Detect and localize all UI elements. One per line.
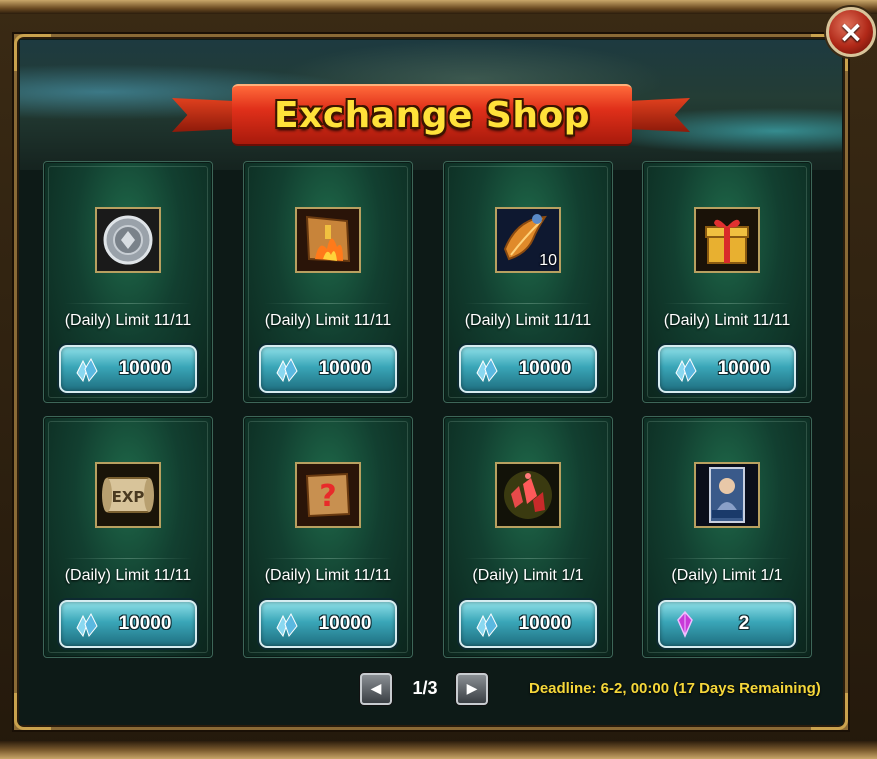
purchase-limit-text: (Daily) Limit 11/11 bbox=[264, 567, 392, 584]
buy-button[interactable]: 10000 bbox=[459, 600, 597, 648]
buy-button[interactable]: 10000 bbox=[459, 345, 597, 393]
shop-item-card: EXP (Daily) Limit 11/11 10000 bbox=[43, 416, 213, 658]
purchase-limit-text: (Daily) Limit 11/11 bbox=[464, 312, 592, 329]
corner-ornament bbox=[14, 34, 51, 71]
purchase-limit-text: (Daily) Limit 11/11 bbox=[64, 312, 192, 329]
card-divider bbox=[64, 558, 192, 559]
buy-button[interactable]: 10000 bbox=[259, 600, 397, 648]
page-title: Exchange Shop bbox=[274, 94, 590, 136]
shop-item-card: (Daily) Limit 1/1 2 bbox=[642, 416, 812, 658]
title-ribbon: Exchange Shop bbox=[232, 84, 632, 146]
purchase-limit-text: (Daily) Limit 1/1 bbox=[671, 567, 783, 584]
purchase-limit-text: (Daily) Limit 11/11 bbox=[264, 312, 392, 329]
red-crystal-shards-icon[interactable] bbox=[495, 462, 561, 528]
mystery-scroll-icon[interactable]: ? bbox=[295, 462, 361, 528]
shop-item-card: (Daily) Limit 11/11 10000 bbox=[43, 161, 213, 403]
price-value: 10000 bbox=[717, 358, 771, 379]
purchase-limit-text: (Daily) Limit 11/11 bbox=[64, 567, 192, 584]
card-divider bbox=[264, 303, 392, 304]
deadline-text: Deadline: 6-2, 00:00 (17 Days Remaining) bbox=[529, 680, 821, 697]
arrow-right-icon: ▶ bbox=[466, 681, 478, 697]
hero-card-icon[interactable] bbox=[694, 462, 760, 528]
price-value: 10000 bbox=[518, 613, 572, 634]
item-grid: (Daily) Limit 11/11 10000 (Daily) Limit 11… bbox=[43, 161, 812, 658]
card-divider bbox=[663, 303, 791, 304]
buy-button[interactable]: 10000 bbox=[59, 345, 197, 393]
prev-page-button[interactable]: ◀ bbox=[360, 673, 392, 705]
svg-text:EXP: EXP bbox=[112, 488, 145, 506]
fire-scroll-icon[interactable] bbox=[295, 207, 361, 273]
arrow-left-icon: ◀ bbox=[370, 681, 382, 697]
purchase-limit-text: (Daily) Limit 11/11 bbox=[663, 312, 791, 329]
silver-medal-icon[interactable] bbox=[95, 207, 161, 273]
shop-item-card: (Daily) Limit 11/11 10000 bbox=[243, 161, 413, 403]
price-value: 10000 bbox=[118, 358, 172, 379]
price-value: 10000 bbox=[318, 613, 372, 634]
shop-item-card: ? (Daily) Limit 11/11 10000 bbox=[243, 416, 413, 658]
exp-scroll-icon[interactable]: EXP bbox=[95, 462, 161, 528]
corner-ornament bbox=[811, 693, 848, 730]
card-divider bbox=[64, 303, 192, 304]
gift-box-icon[interactable] bbox=[694, 207, 760, 273]
page-indicator: 1/3 bbox=[412, 678, 438, 698]
shop-item-card: (Daily) Limit 11/11 10000 bbox=[642, 161, 812, 403]
price-value: 2 bbox=[738, 613, 750, 634]
item-quantity: 10 bbox=[539, 252, 557, 269]
close-icon: × bbox=[838, 14, 864, 50]
next-page-button[interactable]: ▶ bbox=[456, 673, 488, 705]
price-value: 10000 bbox=[118, 613, 172, 634]
price-value: 10000 bbox=[318, 358, 372, 379]
buy-button[interactable]: 10000 bbox=[259, 345, 397, 393]
card-divider bbox=[464, 303, 592, 304]
buy-button[interactable]: 10000 bbox=[59, 600, 197, 648]
buy-button[interactable]: 2 bbox=[658, 600, 796, 648]
feather-quill-icon[interactable]: 10 bbox=[495, 207, 561, 273]
buy-button[interactable]: 10000 bbox=[658, 345, 796, 393]
shop-item-card: 10 (Daily) Limit 11/11 10000 bbox=[443, 161, 613, 403]
frame-bottom-border bbox=[0, 741, 877, 759]
price-value: 10000 bbox=[518, 358, 572, 379]
svg-text:?: ? bbox=[319, 479, 336, 514]
purchase-limit-text: (Daily) Limit 1/1 bbox=[472, 567, 584, 584]
card-divider bbox=[264, 558, 392, 559]
card-divider bbox=[464, 558, 592, 559]
card-divider bbox=[663, 558, 791, 559]
frame-top-border bbox=[0, 0, 877, 14]
close-button[interactable]: × bbox=[826, 7, 876, 57]
shop-item-card: (Daily) Limit 1/1 10000 bbox=[443, 416, 613, 658]
corner-ornament bbox=[14, 693, 51, 730]
